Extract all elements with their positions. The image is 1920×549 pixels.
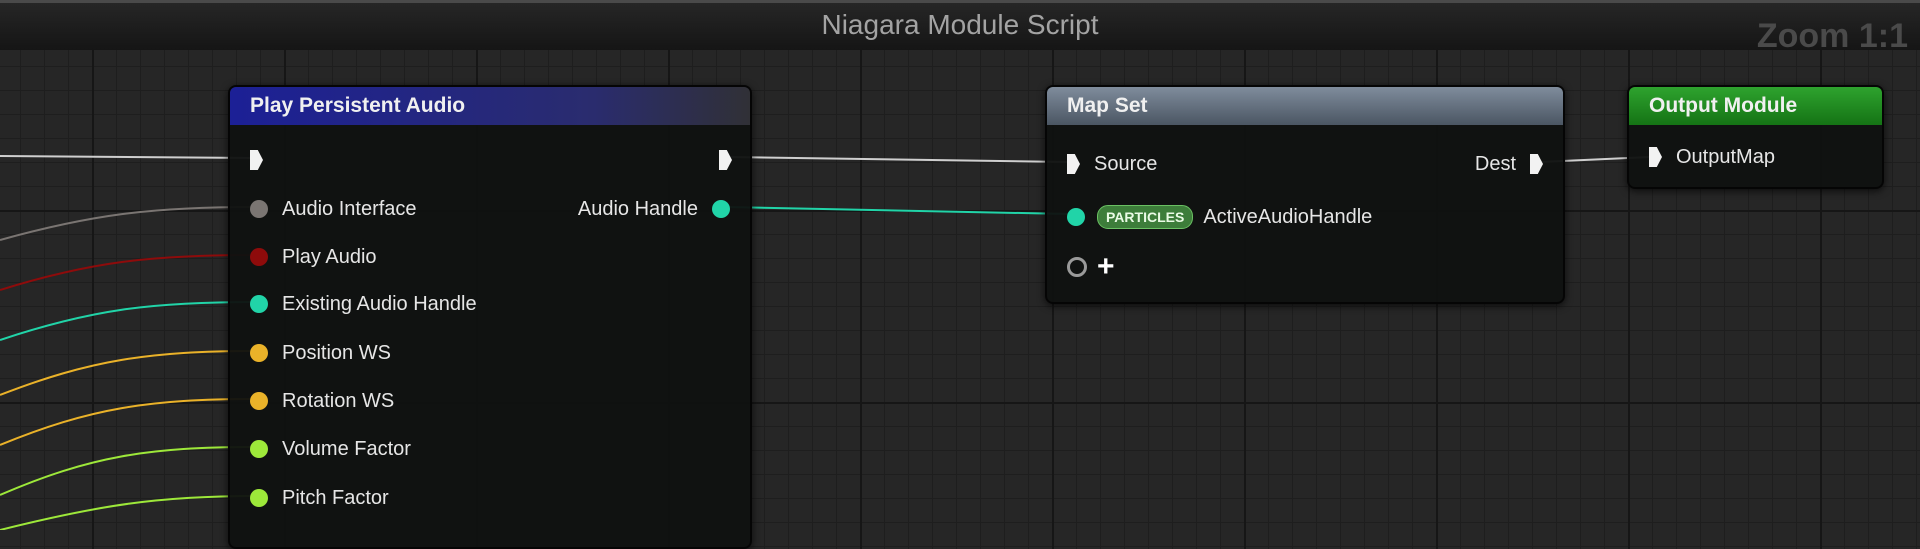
node-map-set[interactable]: Map Set Source Dest PARTICLES ActiveAudi… — [1045, 85, 1565, 304]
node-title: Map Set — [1067, 94, 1148, 117]
exec-arrow-icon — [1649, 147, 1662, 167]
node-title: Play Persistent Audio — [250, 94, 466, 117]
exec-arrow-icon — [250, 150, 263, 170]
pin-circle-icon — [250, 392, 268, 410]
pin-circle-icon — [1067, 208, 1085, 226]
zoom-indicator: Zoom 1:1 — [1756, 17, 1908, 55]
pin-rotation-ws[interactable]: Rotation WS — [250, 386, 394, 416]
pin-circle-icon — [250, 489, 268, 507]
pin-audio-interface[interactable]: Audio Interface — [250, 194, 417, 224]
pin-position-ws[interactable]: Position WS — [250, 338, 391, 368]
pin-active-audio-handle[interactable]: PARTICLES ActiveAudioHandle — [1067, 202, 1372, 232]
pin-label: Play Audio — [282, 245, 377, 268]
exec-output-pin[interactable] — [719, 145, 732, 175]
empty-pin-icon — [1067, 257, 1087, 277]
pin-source[interactable]: Source — [1067, 149, 1157, 179]
pin-label: Pitch Factor — [282, 486, 389, 509]
pin-circle-icon — [250, 344, 268, 362]
pin-label: Dest — [1474, 152, 1516, 175]
pin-existing-audio-handle[interactable]: Existing Audio Handle — [250, 289, 477, 319]
pin-dest[interactable]: Dest — [1475, 149, 1543, 179]
graph-title-bar: Niagara Module Script Zoom 1:1 — [0, 0, 1920, 55]
pin-label: Rotation WS — [282, 389, 395, 412]
pin-output-map[interactable]: OutputMap — [1649, 142, 1775, 172]
pin-audio-handle-output[interactable]: Audio Handle — [578, 194, 730, 224]
graph-title: Niagara Module Script — [821, 9, 1099, 40]
node-header[interactable]: Map Set — [1047, 87, 1563, 125]
pin-label: Source — [1094, 152, 1158, 175]
exec-arrow-icon — [1067, 154, 1080, 174]
pin-label: Audio Interface — [282, 197, 417, 220]
node-header[interactable]: Output Module — [1629, 87, 1882, 125]
exec-arrow-icon — [1530, 154, 1543, 174]
pin-volume-factor[interactable]: Volume Factor — [250, 434, 411, 464]
pin-circle-icon — [250, 248, 268, 266]
pin-circle-icon — [250, 440, 268, 458]
node-output-module[interactable]: Output Module OutputMap — [1627, 85, 1884, 189]
node-title: Output Module — [1649, 94, 1798, 117]
pin-label: OutputMap — [1676, 145, 1775, 168]
pin-circle-icon — [250, 295, 268, 313]
exec-arrow-icon — [719, 150, 732, 170]
pin-label: Existing Audio Handle — [282, 292, 477, 315]
pin-circle-icon — [712, 200, 730, 218]
pin-circle-icon — [250, 200, 268, 218]
pin-label: Volume Factor — [282, 437, 411, 460]
add-pin-row[interactable]: + — [1067, 252, 1115, 282]
pin-label: Position WS — [282, 341, 391, 364]
exec-input-pin[interactable] — [250, 145, 263, 175]
pin-play-audio[interactable]: Play Audio — [250, 242, 377, 272]
node-header[interactable]: Play Persistent Audio — [230, 87, 750, 125]
pin-label: Audio Handle — [577, 197, 698, 220]
node-play-persistent-audio[interactable]: Play Persistent Audio Audio Interface Pl… — [228, 85, 752, 549]
add-pin-icon[interactable]: + — [1097, 252, 1115, 282]
pin-pitch-factor[interactable]: Pitch Factor — [250, 483, 389, 513]
namespace-badge[interactable]: PARTICLES — [1097, 205, 1194, 229]
pin-label[interactable]: ActiveAudioHandle — [1203, 206, 1372, 229]
